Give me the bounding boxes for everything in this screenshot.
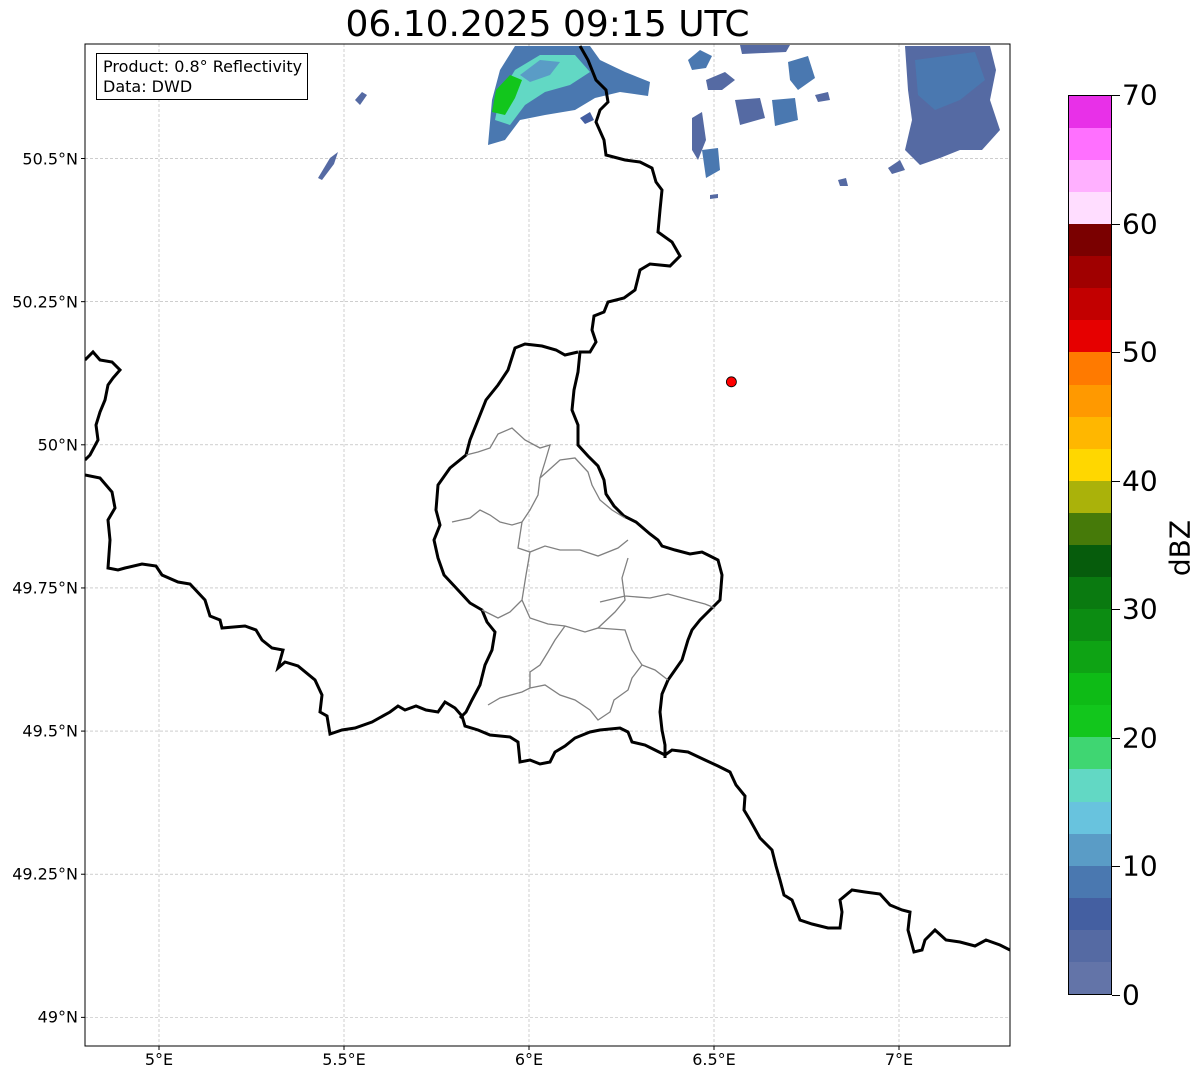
colorbar-segment <box>1069 609 1111 642</box>
radar-location-marker <box>725 376 737 388</box>
colorbar-segment <box>1069 159 1111 193</box>
radar-map <box>81 43 1011 1050</box>
colorbar-segment <box>1069 256 1111 289</box>
colorbar-tick <box>1112 223 1120 225</box>
colorbar-segment <box>1069 769 1111 802</box>
colorbar-segment <box>1069 320 1111 353</box>
colorbar-tick <box>1112 352 1120 354</box>
colorbar-segment <box>1069 737 1111 770</box>
colorbar-tick-label: 30 <box>1122 592 1158 626</box>
colorbar-segment <box>1069 961 1111 994</box>
colorbar-segment <box>1069 705 1111 738</box>
product-label: Product: 0.8° Reflectivity <box>103 57 303 76</box>
colorbar-tick-label: 50 <box>1122 335 1158 369</box>
colorbar-segment <box>1069 288 1111 321</box>
colorbar-segment <box>1069 544 1111 577</box>
lon-tick-label: 7°E <box>884 1050 914 1069</box>
colorbar-label: dBZ <box>1163 519 1197 577</box>
lat-tick-label: 50.25°N <box>12 292 78 312</box>
info-box: Product: 0.8° Reflectivity Data: DWD <box>96 53 309 100</box>
colorbar-tick <box>1112 737 1120 739</box>
colorbar-segment <box>1069 448 1111 481</box>
colorbar-tick-label: 70 <box>1122 78 1158 112</box>
colorbar-segment <box>1069 865 1111 898</box>
colorbar-tick-label: 0 <box>1122 978 1140 1012</box>
lat-tick-label: 49.75°N <box>12 578 78 598</box>
colorbar-segment <box>1069 192 1111 225</box>
colorbar-segment <box>1069 929 1111 962</box>
colorbar-segment <box>1069 416 1111 449</box>
colorbar-tick <box>1112 609 1120 611</box>
lon-tick-label: 5.5°E <box>322 1050 366 1069</box>
data-source-label: Data: DWD <box>103 77 193 96</box>
colorbar-tick-label: 10 <box>1122 849 1158 883</box>
colorbar-segment <box>1069 480 1111 513</box>
colorbar-segment <box>1069 897 1111 930</box>
lon-tick-label: 6°E <box>514 1050 544 1069</box>
colorbar-segment <box>1069 833 1111 866</box>
colorbar-segment <box>1069 352 1111 385</box>
colorbar-tick <box>1112 995 1120 996</box>
lat-tick-label: 50.5°N <box>22 149 78 168</box>
colorbar <box>1068 95 1112 995</box>
colorbar-tick-label: 20 <box>1122 721 1158 755</box>
colorbar-tick <box>1112 95 1120 96</box>
colorbar-tick-label: 40 <box>1122 464 1158 498</box>
colorbar-segment <box>1069 224 1111 257</box>
colorbar-tick <box>1112 480 1120 482</box>
lat-tick-label: 50°N <box>37 435 78 455</box>
colorbar-segment <box>1069 95 1111 128</box>
lat-tick-label: 49.5°N <box>22 721 78 741</box>
colorbar-segment <box>1069 512 1111 545</box>
colorbar-segment <box>1069 641 1111 674</box>
map-background <box>85 44 1010 1046</box>
colorbar-segment <box>1069 576 1111 610</box>
colorbar-segment <box>1069 384 1111 417</box>
colorbar-segment <box>1069 673 1111 706</box>
lon-tick-label: 6.5°E <box>692 1050 736 1069</box>
colorbar-segment <box>1069 801 1111 834</box>
lat-tick-label: 49.25°N <box>12 864 78 884</box>
colorbar-tick-label: 60 <box>1122 207 1158 241</box>
colorbar-tick <box>1112 866 1120 868</box>
colorbar-segment <box>1069 127 1111 160</box>
lon-tick-label: 5°E <box>144 1050 174 1069</box>
lat-tick-label: 49°N <box>37 1007 78 1027</box>
